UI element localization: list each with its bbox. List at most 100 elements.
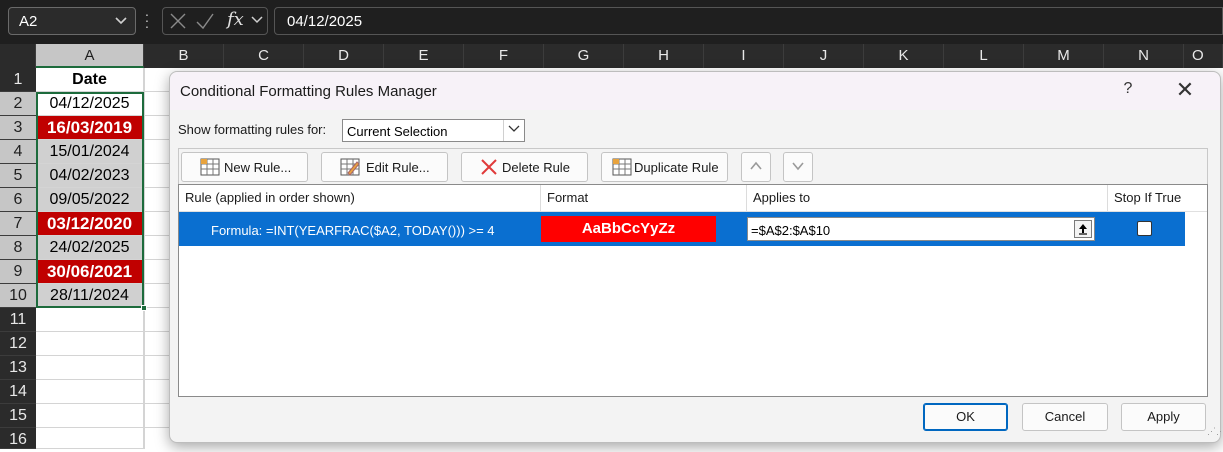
column-header[interactable]: E <box>384 44 464 68</box>
row-header[interactable]: 9 <box>0 260 36 284</box>
gridline <box>144 427 170 428</box>
rule-column-header[interactable]: Rule (applied in order shown) <box>179 185 541 211</box>
duplicate-rule-button[interactable]: Duplicate Rule <box>601 152 728 182</box>
applies-to-value: =$A$2:$A$10 <box>751 223 831 238</box>
cell-a12[interactable] <box>36 332 144 356</box>
new-rule-button[interactable]: New Rule... <box>181 152 308 182</box>
row-header[interactable]: 6 <box>0 188 36 212</box>
row-header[interactable]: 8 <box>0 236 36 260</box>
row-header[interactable]: 3 <box>0 116 36 140</box>
gridline <box>144 331 170 332</box>
rules-toolbar: New Rule... Edit Rule... Delete Rule Dup… <box>178 148 1208 184</box>
select-all-corner[interactable] <box>0 44 36 68</box>
row-header[interactable]: 13 <box>0 356 36 380</box>
gridline <box>144 163 170 164</box>
column-header[interactable]: A <box>36 44 144 68</box>
cell-a14[interactable] <box>36 380 144 404</box>
chevron-down-icon[interactable] <box>115 13 127 33</box>
gridline <box>144 355 170 356</box>
cell-a7[interactable]: 03/12/2020 <box>36 212 144 236</box>
show-rules-select[interactable]: Current Selection <box>342 119 525 142</box>
stop-if-true-checkbox[interactable] <box>1137 221 1152 236</box>
chevron-down-icon[interactable] <box>503 120 524 141</box>
resize-grip-icon[interactable]: ⋰⋰ <box>1207 427 1223 439</box>
format-column-header[interactable]: Format <box>541 185 747 211</box>
row-header[interactable]: 2 <box>0 92 36 116</box>
gridline <box>144 403 170 404</box>
collapse-range-icon[interactable] <box>1074 220 1092 238</box>
rule-description: Formula: =INT(YEARFRAC($A2, TODAY())) >=… <box>211 223 495 238</box>
applies-to-input[interactable]: =$A$2:$A$10 <box>747 217 1095 241</box>
fx-icon[interactable]: fx <box>227 9 244 30</box>
gridline <box>144 91 170 92</box>
cell-a15[interactable] <box>36 404 144 428</box>
ok-button[interactable]: OK <box>923 403 1008 431</box>
gridline <box>144 211 170 212</box>
name-box[interactable]: A2 <box>8 7 136 35</box>
move-up-button[interactable] <box>741 152 771 182</box>
column-header[interactable]: D <box>304 44 384 68</box>
column-header[interactable]: B <box>144 44 224 68</box>
row-header[interactable]: 14 <box>0 380 36 404</box>
row-header[interactable]: 16 <box>0 428 36 449</box>
cell-a1[interactable]: Date <box>36 68 144 92</box>
cell-a5[interactable]: 04/02/2023 <box>36 164 144 188</box>
name-box-value: A2 <box>19 13 38 30</box>
apply-button[interactable]: Apply <box>1121 403 1206 431</box>
enter-icon[interactable] <box>195 11 215 36</box>
close-button[interactable]: ✕ <box>1170 78 1200 102</box>
help-button[interactable]: ? <box>1118 80 1138 100</box>
cell-a4[interactable]: 15/01/2024 <box>36 140 144 164</box>
edit-rule-button[interactable]: Edit Rule... <box>321 152 448 182</box>
row-header[interactable]: 10 <box>0 284 36 308</box>
column-header[interactable]: N <box>1104 44 1184 68</box>
delete-rule-button[interactable]: Delete Rule <box>461 152 588 182</box>
row-header[interactable]: 15 <box>0 404 36 428</box>
column-header[interactable]: G <box>544 44 624 68</box>
cell-a2[interactable]: 04/12/2025 <box>36 92 144 116</box>
fill-handle[interactable] <box>141 305 147 311</box>
column-header[interactable]: C <box>224 44 304 68</box>
cancel-button[interactable]: Cancel <box>1022 403 1108 431</box>
stop-if-true-column-header[interactable]: Stop If True <box>1108 185 1207 211</box>
column-header[interactable]: J <box>784 44 864 68</box>
rule-row[interactable]: Formula: =INT(YEARFRAC($A2, TODAY())) >=… <box>179 212 1185 246</box>
gridline <box>144 379 170 380</box>
cell-a6[interactable]: 09/05/2022 <box>36 188 144 212</box>
duplicate-rule-icon <box>612 158 632 179</box>
cancel-icon[interactable] <box>169 11 187 36</box>
row-header[interactable]: 1 <box>0 68 36 92</box>
formula-input[interactable]: 04/12/2025 <box>274 7 1223 35</box>
column-header[interactable]: M <box>1024 44 1104 68</box>
cell-a8[interactable]: 24/02/2025 <box>36 236 144 260</box>
move-down-button[interactable] <box>783 152 813 182</box>
row-header[interactable]: 12 <box>0 332 36 356</box>
gridline <box>144 115 170 116</box>
cell-a11[interactable] <box>36 308 144 332</box>
row-header[interactable]: 4 <box>0 140 36 164</box>
gridline <box>144 259 170 260</box>
chevron-down-icon[interactable] <box>251 11 263 34</box>
column-header[interactable]: L <box>944 44 1024 68</box>
cell-a16[interactable] <box>36 428 144 449</box>
column-header[interactable]: K <box>864 44 944 68</box>
cell-a10[interactable]: 28/11/2024 <box>36 284 144 308</box>
column-header[interactable]: O <box>1184 44 1223 68</box>
column-header[interactable]: H <box>624 44 704 68</box>
cell-a9[interactable]: 30/06/2021 <box>36 260 144 284</box>
applies-to-column-header[interactable]: Applies to <box>747 185 1108 211</box>
row-header[interactable]: 5 <box>0 164 36 188</box>
row-header[interactable]: 7 <box>0 212 36 236</box>
show-rules-value: Current Selection <box>347 124 448 139</box>
column-header[interactable]: F <box>464 44 544 68</box>
dialog-titlebar[interactable]: Conditional Formatting Rules Manager ? ✕ <box>170 72 1220 110</box>
cell-a3[interactable]: 16/03/2019 <box>36 116 144 140</box>
column-header[interactable]: I <box>704 44 784 68</box>
gridline <box>144 139 170 140</box>
formula-bar: A2 · · · fx 04/12/2025 <box>0 0 1223 44</box>
formula-actions: fx <box>162 7 268 35</box>
more-options-icon[interactable]: · · · <box>144 7 150 33</box>
cell-a13[interactable] <box>36 356 144 380</box>
chevron-down-icon <box>791 159 805 176</box>
row-header[interactable]: 11 <box>0 308 36 332</box>
